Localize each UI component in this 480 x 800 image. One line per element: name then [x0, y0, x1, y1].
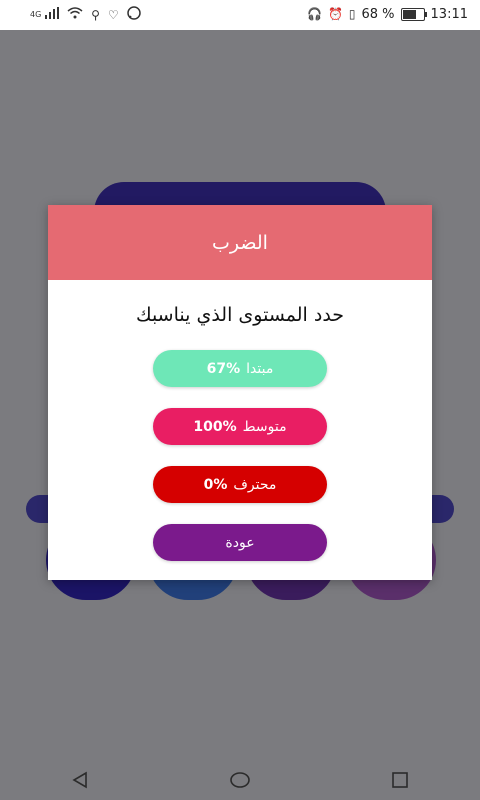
navigation-bar: [0, 760, 480, 800]
network-type: 4G: [30, 10, 42, 19]
battery-icon: [400, 7, 427, 21]
beginner-level-button[interactable]: مبتدا 67%: [153, 350, 327, 387]
vibrate-icon: ▯: [348, 7, 356, 21]
headset-icon: 🎧: [306, 7, 322, 21]
medium-level-button[interactable]: متوسط 100%: [153, 408, 327, 445]
signal-icon: 4G: [30, 7, 60, 23]
button-percent: 0%: [203, 476, 228, 493]
button-label: متوسط: [242, 418, 287, 435]
dialog-question: حدد المستوى الذي يناسبك: [135, 304, 345, 326]
battery-percent: 68 %: [361, 6, 395, 22]
back-icon[interactable]: [60, 765, 100, 795]
dialog-title: الضرب: [212, 231, 268, 254]
battery-fill: [402, 9, 417, 19]
button-percent: 67%: [206, 360, 241, 377]
button-percent: 100%: [193, 418, 237, 435]
level-dialog: الضرب حدد المستوى الذي يناسبك مبتدا 67% …: [48, 205, 432, 580]
professional-level-button[interactable]: محترف 0%: [153, 466, 327, 503]
whatsapp-icon: [126, 6, 141, 24]
health-icon: ♡: [107, 8, 119, 22]
status-icons-right: 🎧 ⏰ ▯ 68 % 13:11: [307, 6, 468, 22]
back-button[interactable]: عودة: [153, 524, 327, 561]
status-bar: 4G ⚲ ♡ 🎧 ⏰ ▯ 68 % 13:11: [0, 0, 480, 30]
button-label: محترف: [233, 476, 277, 493]
dialog-header: الضرب: [48, 205, 432, 280]
button-label: مبتدا: [246, 360, 274, 377]
usb-icon: ⚲: [91, 8, 100, 22]
alarm-icon: ⏰: [327, 7, 343, 21]
wifi-icon: [67, 7, 83, 23]
clock: 13:11: [430, 6, 468, 22]
button-label: عودة: [225, 534, 255, 551]
recents-icon[interactable]: [380, 765, 420, 795]
home-icon[interactable]: [220, 765, 260, 795]
status-icons-left: 4G ⚲ ♡: [30, 6, 141, 24]
